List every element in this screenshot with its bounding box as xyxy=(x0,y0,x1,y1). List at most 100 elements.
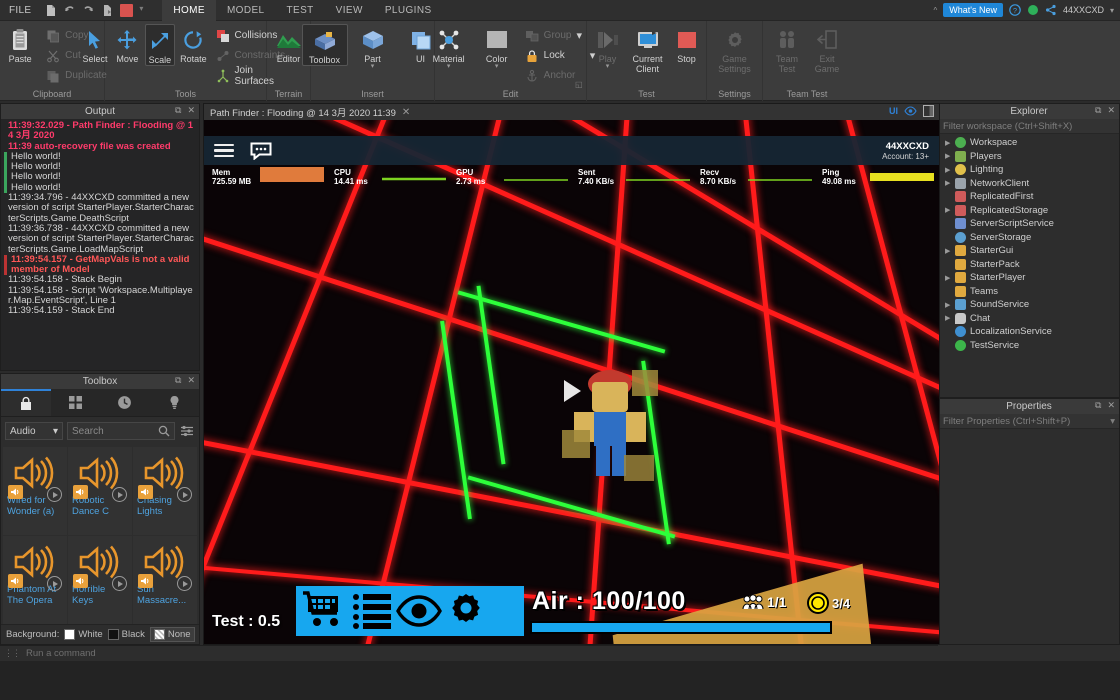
asset-play-button[interactable] xyxy=(177,576,192,591)
toolbox-undock-icon[interactable]: ⧉ xyxy=(175,375,181,386)
explorer-item-testservice[interactable]: TestService xyxy=(939,339,1119,353)
select-tool-button[interactable]: Select xyxy=(80,24,110,64)
game-account-box[interactable]: 44XXCXD Account: 13+ xyxy=(882,141,929,161)
tab-model[interactable]: MODEL xyxy=(216,0,276,21)
qat-caret-icon[interactable]: ▾ xyxy=(139,4,152,17)
anchor-button[interactable]: Anchor xyxy=(525,67,596,84)
new-file-icon[interactable] xyxy=(44,4,57,17)
output-undock-icon[interactable]: ⧉ xyxy=(175,105,181,116)
background-option-black[interactable]: Black xyxy=(107,629,145,640)
expand-arrow-icon[interactable]: ▶ xyxy=(945,206,955,214)
explorer-item-workspace[interactable]: ▶ Workspace xyxy=(939,136,1119,150)
toolbox-asset-item[interactable]: Wired for Wonder (a) xyxy=(3,447,67,535)
group-button[interactable]: Group ▾ xyxy=(525,27,596,44)
search-icon[interactable] xyxy=(158,425,170,437)
color-swatch-icon[interactable] xyxy=(120,3,134,17)
command-bar[interactable]: ⋮⋮ Run a command xyxy=(0,645,938,661)
asset-play-button[interactable] xyxy=(47,576,62,591)
command-bar-grip-icon[interactable]: ⋮⋮ xyxy=(4,648,21,659)
tab-test[interactable]: TEST xyxy=(276,0,325,21)
background-option-white[interactable]: White xyxy=(64,629,103,640)
explorer-item-replicatedfirst[interactable]: ReplicatedFirst xyxy=(939,190,1119,204)
tab-view[interactable]: VIEW xyxy=(325,0,374,21)
properties-filter-input[interactable]: Filter Properties (Ctrl+Shift+P) ▾ xyxy=(939,414,1119,429)
eye-toggle-icon[interactable] xyxy=(904,106,917,116)
play-overlay-icon[interactable] xyxy=(564,380,581,402)
tab-plugins[interactable]: PLUGINS xyxy=(374,0,443,21)
toolbox-close-icon[interactable]: ✕ xyxy=(187,375,195,386)
chevron-down-icon[interactable]: ▾ xyxy=(1110,416,1115,427)
gear-icon[interactable] xyxy=(446,592,486,630)
explorer-item-networkclient[interactable]: ▶ NetworkClient xyxy=(939,177,1119,191)
background-option-none[interactable]: None xyxy=(149,627,195,642)
toolbox-asset-item[interactable]: Robotic Dance C xyxy=(68,447,132,535)
expand-arrow-icon[interactable]: ▶ xyxy=(945,247,955,255)
game-settings-button[interactable]: Game Settings xyxy=(712,24,758,74)
share-icon[interactable] xyxy=(1045,4,1057,16)
menu-hamburger-icon[interactable] xyxy=(214,143,234,158)
account-name-label[interactable]: 44XXCXD xyxy=(1063,5,1104,15)
explorer-item-localizationservice[interactable]: LocalizationService xyxy=(939,325,1119,339)
eye-icon[interactable] xyxy=(396,594,442,628)
ui-toggle-label[interactable]: UI xyxy=(889,106,898,116)
shop-cart-icon[interactable] xyxy=(302,591,348,631)
paste-button[interactable]: Paste xyxy=(0,24,43,64)
material-dropdown-caret[interactable]: ▾ xyxy=(447,63,451,70)
stat-recv[interactable]: Recv 8.70 KB/s xyxy=(692,168,814,186)
expand-arrow-icon[interactable]: ▶ xyxy=(945,139,955,147)
output-close-icon[interactable]: ✕ xyxy=(187,105,195,116)
asset-play-button[interactable] xyxy=(112,487,127,502)
move-tool-button[interactable]: Move xyxy=(112,24,142,64)
properties-close-icon[interactable]: ✕ xyxy=(1107,400,1115,411)
edit-dialog-launcher-icon[interactable]: ◱ xyxy=(575,80,583,89)
redo-icon[interactable] xyxy=(82,4,95,17)
viewport-tab-close-icon[interactable]: ✕ xyxy=(402,107,410,118)
toolbox-tab-marketplace[interactable] xyxy=(1,389,51,416)
play-button[interactable]: Play ▾ xyxy=(590,24,626,70)
explorer-item-players[interactable]: ▶ Players xyxy=(939,150,1119,164)
material-button[interactable]: Material ▾ xyxy=(426,24,472,70)
layout-panel-icon[interactable] xyxy=(923,105,934,117)
explorer-item-replicatedstorage[interactable]: ▶ ReplicatedStorage xyxy=(939,204,1119,218)
explorer-item-teams[interactable]: Teams xyxy=(939,285,1119,299)
expand-arrow-icon[interactable]: ▶ xyxy=(945,301,955,309)
stat-cpu[interactable]: CPU 14.41 ms xyxy=(326,168,448,186)
toolbox-asset-item[interactable]: Horrible Keys xyxy=(68,536,132,624)
explorer-close-icon[interactable]: ✕ xyxy=(1107,105,1115,116)
toolbox-tab-creations[interactable] xyxy=(149,389,199,416)
explorer-item-serverstorage[interactable]: ServerStorage xyxy=(939,231,1119,245)
explorer-item-starterpack[interactable]: StarterPack xyxy=(939,258,1119,272)
toolbox-filter-icon[interactable] xyxy=(179,423,195,439)
stop-button[interactable]: Stop xyxy=(670,24,704,64)
part-button[interactable]: Part ▾ xyxy=(350,24,396,70)
stat-gpu[interactable]: GPU 2.73 ms xyxy=(448,168,570,186)
tab-home[interactable]: HOME xyxy=(162,0,216,21)
rotate-tool-button[interactable]: Rotate xyxy=(177,24,209,64)
properties-undock-icon[interactable]: ⧉ xyxy=(1095,400,1101,411)
explorer-undock-icon[interactable]: ⧉ xyxy=(1095,105,1101,116)
current-client-button[interactable]: Current Client xyxy=(628,24,668,74)
toolbox-search-input[interactable]: Search xyxy=(67,422,175,440)
chat-bubble-icon[interactable] xyxy=(250,142,272,160)
3d-scene-render[interactable]: 44XXCXD Account: 13+ Mem 725.59 MB CPU 1… xyxy=(204,120,939,644)
color-dropdown-caret[interactable]: ▾ xyxy=(495,63,499,70)
toolbox-button[interactable]: Toolbox xyxy=(301,24,348,66)
viewport-tab-title[interactable]: Path Finder : Flooding @ 14 3月 2020 11:3… xyxy=(210,105,396,119)
color-button[interactable]: Color ▾ xyxy=(474,24,520,70)
expand-arrow-icon[interactable]: ▶ xyxy=(945,166,955,174)
asset-play-button[interactable] xyxy=(47,487,62,502)
file-menu-button[interactable]: FILE xyxy=(0,5,40,16)
explorer-filter-input[interactable]: Filter workspace (Ctrl+Shift+X) xyxy=(939,119,1119,134)
stat-sent[interactable]: Sent 7.40 KB/s xyxy=(570,168,692,186)
toolbox-tab-recent[interactable] xyxy=(100,389,150,416)
scale-tool-button[interactable]: Scale xyxy=(144,24,176,66)
help-icon[interactable]: ? xyxy=(1009,4,1021,16)
asset-play-button[interactable] xyxy=(112,576,127,591)
collapse-ribbon-icon[interactable]: ^ xyxy=(933,6,937,15)
explorer-item-startergui[interactable]: ▶ StarterGui xyxy=(939,244,1119,258)
status-online-icon[interactable] xyxy=(1027,4,1039,16)
toolbox-asset-item[interactable]: Sun Massacre... xyxy=(133,536,197,624)
part-dropdown-caret[interactable]: ▾ xyxy=(371,63,375,70)
expand-arrow-icon[interactable]: ▶ xyxy=(945,274,955,282)
team-test-button[interactable]: Team Test xyxy=(768,24,806,74)
